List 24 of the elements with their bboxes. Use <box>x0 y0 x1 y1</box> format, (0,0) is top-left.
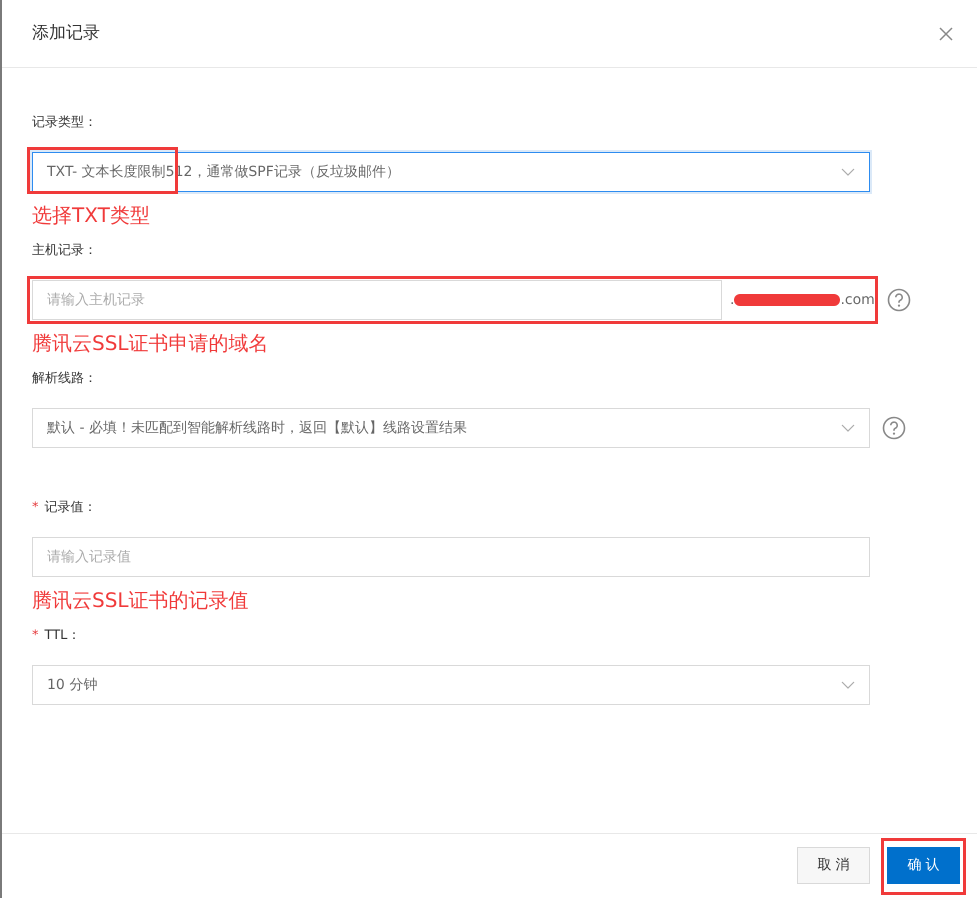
dialog-title: 添加记录 <box>32 22 100 45</box>
close-icon[interactable] <box>939 26 953 40</box>
chevron-down-icon <box>841 424 855 432</box>
cancel-button[interactable]: 取 消 <box>797 847 870 884</box>
field-label: 记录类型： <box>32 114 97 132</box>
annotation-note: 腾讯云SSL证书申请的域名 <box>32 330 270 357</box>
help-icon[interactable] <box>882 416 906 440</box>
input-field[interactable]: 请输入记录值 <box>32 537 870 577</box>
chevron-down-icon <box>841 681 855 689</box>
field-label: TTL： <box>44 627 80 645</box>
annotation-note: 选择TXT类型 <box>32 202 151 229</box>
select-field[interactable]: 10 分钟 <box>32 665 870 705</box>
required-asterisk: * <box>32 627 38 645</box>
chevron-down-icon <box>841 168 855 176</box>
help-icon[interactable] <box>886 288 911 312</box>
input-field[interactable]: 请输入主机记录 <box>32 280 722 320</box>
confirm-button[interactable]: 确 认 <box>887 847 960 884</box>
field-label: 主机记录： <box>32 242 97 260</box>
domain-suffix: . .com <box>730 290 875 310</box>
field-label: 解析线路： <box>32 370 97 388</box>
required-asterisk: * <box>32 499 38 517</box>
field-label: 记录值： <box>44 499 96 517</box>
select-field[interactable]: 默认 - 必填！未匹配到智能解析线路时，返回【默认】线路设置结果 <box>32 408 870 448</box>
annotation-note: 腾讯云SSL证书的记录值 <box>32 587 250 614</box>
